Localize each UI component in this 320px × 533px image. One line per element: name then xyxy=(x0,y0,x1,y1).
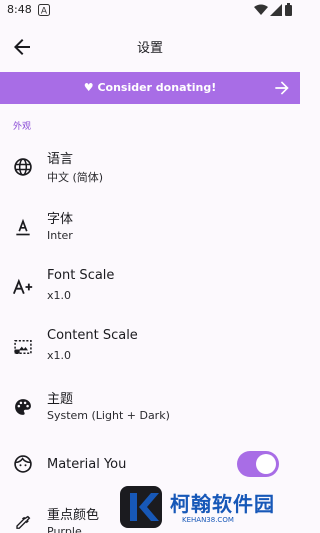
globe-icon xyxy=(12,156,34,178)
setting-font-scale[interactable]: Font Scale x1.0 xyxy=(0,257,300,317)
setting-language[interactable]: 语言 中文 (简体) xyxy=(0,137,300,197)
setting-value: 中文 (简体) xyxy=(47,171,104,184)
page-title: 设置 xyxy=(136,41,163,56)
setting-title: 重点颜色 xyxy=(47,508,100,523)
setting-theme[interactable]: 主题 System (Light + Dark) xyxy=(0,377,300,437)
setting-title: Content Scale xyxy=(47,328,138,343)
setting-font[interactable]: 字体 Inter xyxy=(0,197,300,257)
setting-title: Material You xyxy=(47,457,127,472)
section-header-appearance: 外观 xyxy=(13,122,32,132)
watermark-logo xyxy=(120,486,162,528)
watermark: 柯翰软件园 KEHAN38.COM xyxy=(118,484,296,530)
material-you-toggle[interactable] xyxy=(237,451,279,477)
donate-label: ♥ Consider donating! xyxy=(83,81,217,94)
fit-screen-icon xyxy=(12,336,34,358)
colorize-icon xyxy=(12,512,34,533)
app-bar: 设置 xyxy=(0,22,300,72)
setting-value: x1.0 xyxy=(47,289,72,302)
setting-title: 主题 xyxy=(47,392,74,407)
svg-text:A: A xyxy=(41,7,48,17)
palette-icon xyxy=(12,396,34,418)
font-icon xyxy=(12,216,34,238)
arrow-right-icon xyxy=(275,81,289,95)
setting-title: 字体 xyxy=(47,212,74,227)
wifi-icon xyxy=(254,4,268,15)
toggle-knob xyxy=(256,454,276,474)
status-bar: 8:48 A xyxy=(0,0,300,22)
face-icon xyxy=(12,453,34,475)
setting-value: Inter xyxy=(47,229,73,242)
watermark-text: 柯翰软件园 xyxy=(170,492,275,516)
setting-value: x1.0 xyxy=(47,349,72,362)
setting-content-scale[interactable]: Content Scale x1.0 xyxy=(0,317,300,377)
setting-value: Purple xyxy=(47,525,82,533)
donate-banner[interactable]: ♥ Consider donating! xyxy=(0,72,300,104)
setting-title: 语言 xyxy=(47,152,74,167)
text-increase-icon xyxy=(12,276,34,298)
signal-icon xyxy=(270,4,282,16)
battery-icon xyxy=(285,3,292,16)
setting-title: Font Scale xyxy=(47,268,115,283)
a-icon: A xyxy=(38,4,50,16)
status-time: 8:48 xyxy=(7,3,32,16)
watermark-sub: KEHAN38.COM xyxy=(182,516,234,524)
setting-value: System (Light + Dark) xyxy=(47,409,170,422)
